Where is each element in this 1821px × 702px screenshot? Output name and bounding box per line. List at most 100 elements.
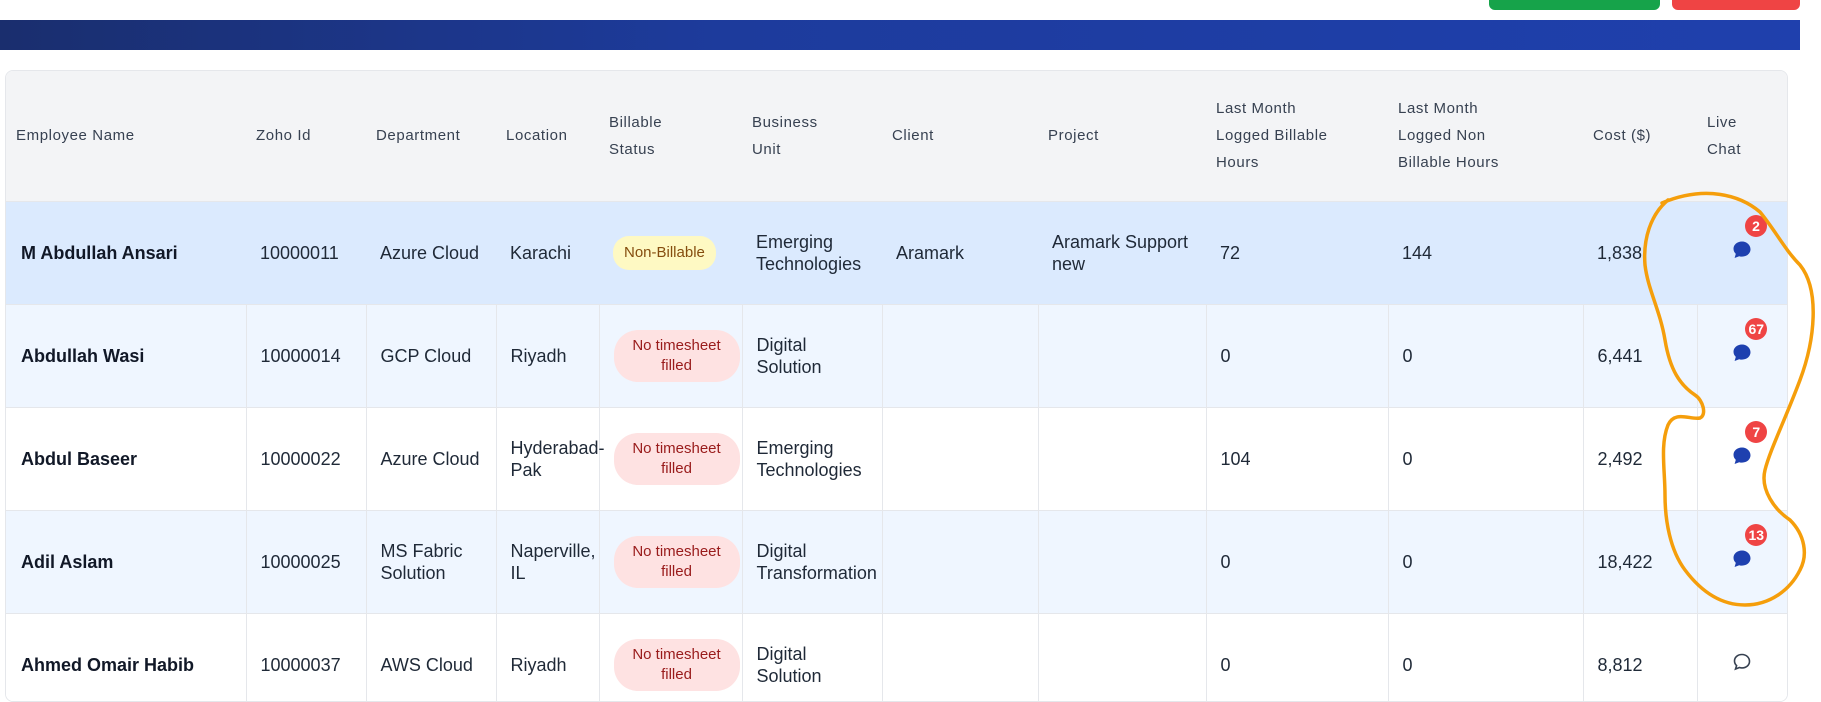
project (1038, 304, 1207, 407)
live-chat-cell: 2 (1697, 201, 1787, 304)
business-unit: Digital Transformation (742, 510, 883, 613)
billable-hours: 72 (1220, 242, 1241, 263)
location: Karachi (510, 242, 572, 263)
non-billable-hours: 0 (1388, 613, 1584, 701)
status-badge: No timesheet filled (613, 638, 740, 691)
chat-filled-icon (1733, 447, 1751, 464)
header-zoho-id[interactable]: Zoho Id (246, 71, 366, 201)
department: AWS Cloud (366, 613, 497, 701)
table-row[interactable]: Ahmed Omair Habib 10000037 AWS Cloud Riyadh… (6, 613, 1787, 701)
header-business-unit[interactable]: Business Unit (742, 71, 882, 201)
header-live-chat[interactable]: Live Chat (1697, 71, 1787, 201)
employee-name[interactable]: Adil Aslam (6, 510, 247, 613)
live-chat-cell (1697, 613, 1787, 701)
business-unit: Digital Solution (742, 613, 883, 701)
table-row[interactable]: Abdullah Wasi 10000014 GCP Cloud Riyadh No t… (6, 304, 1787, 407)
header-billable-hours[interactable]: Last Month Logged Billable Hours (1206, 71, 1388, 201)
live-chat-cell: 7 (1697, 407, 1787, 510)
primary-action-button[interactable] (1489, 0, 1660, 10)
live-chat-button[interactable] (1731, 651, 1753, 673)
cost: 1,838 (1597, 242, 1643, 263)
employee-name[interactable]: Abdullah Wasi (6, 304, 247, 407)
project (1038, 613, 1207, 701)
project: Aramark Support new (1052, 231, 1189, 274)
location: Riyadh (496, 304, 600, 407)
cost: 18,422 (1583, 510, 1698, 613)
chat-outline-icon (1733, 653, 1751, 671)
header-billable-status[interactable]: Billable Status (599, 71, 742, 201)
cost: 2,492 (1583, 407, 1698, 510)
employee-table: Employee Name Zoho Id Department Locatio… (6, 71, 1787, 701)
billable-status-cell: No timesheet filled (599, 510, 743, 613)
header-non-billable-hours[interactable]: Last Month Logged Non Billable Hours (1388, 71, 1583, 201)
billable-hours: 0 (1206, 304, 1389, 407)
business-unit: Emerging Technologies (756, 231, 862, 274)
header-department[interactable]: Department (366, 71, 496, 201)
zoho-id: 10000014 (246, 304, 367, 407)
client: Aramark (896, 242, 965, 263)
employee-name[interactable]: Ahmed Omair Habib (6, 613, 247, 701)
chat-filled-icon (1733, 344, 1751, 361)
department: MS Fabric Solution (366, 510, 497, 613)
table-row[interactable]: Abdul Baseer 10000022 Azure Cloud Hyderabad… (6, 407, 1787, 510)
client (882, 407, 1039, 510)
header-project[interactable]: Project (1038, 71, 1206, 201)
non-billable-hours: 0 (1388, 304, 1584, 407)
chat-filled-icon (1733, 241, 1751, 258)
billable-hours: 0 (1206, 613, 1389, 701)
department: Azure Cloud (380, 242, 480, 263)
zoho-id: 10000022 (246, 407, 367, 510)
department: GCP Cloud (366, 304, 497, 407)
billable-status-cell: No timesheet filled (599, 304, 743, 407)
status-badge: No timesheet filled (613, 432, 740, 485)
client (882, 304, 1039, 407)
employee-name[interactable]: Abdul Baseer (6, 407, 247, 510)
header-employee-name[interactable]: Employee Name (6, 71, 246, 201)
status-badge: No timesheet filled (613, 535, 740, 588)
unread-count-badge: 7 (1745, 421, 1768, 443)
header-location[interactable]: Location (496, 71, 599, 201)
unread-count-badge: 67 (1745, 318, 1768, 340)
status-badge: No timesheet filled (613, 329, 740, 382)
header-client[interactable]: Client (882, 71, 1038, 201)
billable-status-cell: Non-Billable (599, 201, 742, 304)
chat-filled-icon (1733, 550, 1751, 567)
non-billable-hours: 144 (1402, 242, 1433, 263)
live-chat-button[interactable]: 67 (1731, 318, 1768, 364)
danger-action-button[interactable] (1672, 0, 1800, 10)
non-billable-hours: 0 (1388, 407, 1584, 510)
live-chat-button[interactable]: 7 (1731, 421, 1768, 467)
billable-hours: 0 (1206, 510, 1389, 613)
client (882, 613, 1039, 701)
business-unit: Digital Solution (742, 304, 883, 407)
billable-hours: 104 (1206, 407, 1389, 510)
table-row[interactable]: M Abdullah Ansari 10000011 Azure Cloud Kara… (6, 201, 1787, 304)
location: Riyadh (496, 613, 600, 701)
unread-count-badge: 2 (1745, 215, 1767, 237)
cost: 6,441 (1583, 304, 1698, 407)
table-row[interactable]: Adil Aslam 10000025 MS Fabric Solution Nape… (6, 510, 1787, 613)
live-chat-cell: 13 (1697, 510, 1787, 613)
non-billable-hours: 0 (1388, 510, 1584, 613)
header-banner (0, 20, 1800, 50)
billable-status-cell: No timesheet filled (599, 613, 743, 701)
project (1038, 407, 1207, 510)
department: Azure Cloud (366, 407, 497, 510)
location: Hyderabad-Pak (496, 407, 605, 510)
zoho-id: 10000025 (246, 510, 367, 613)
billable-status-cell: No timesheet filled (599, 407, 743, 510)
header-cost[interactable]: Cost ($) (1583, 71, 1697, 201)
unread-count-badge: 13 (1745, 524, 1768, 546)
location: Naperville, IL (496, 510, 600, 613)
live-chat-button[interactable]: 2 (1731, 215, 1767, 261)
live-chat-cell: 67 (1697, 304, 1787, 407)
cost: 8,812 (1583, 613, 1698, 701)
employee-name[interactable]: M Abdullah Ansari (6, 201, 246, 304)
live-chat-button[interactable]: 13 (1731, 524, 1768, 570)
business-unit: Emerging Technologies (742, 407, 883, 510)
client (882, 510, 1039, 613)
top-toolbar (0, 0, 1821, 20)
zoho-id: 10000037 (246, 613, 367, 701)
table-header-row: Employee Name Zoho Id Department Locatio… (6, 71, 1787, 201)
status-badge: Non-Billable (613, 235, 716, 270)
